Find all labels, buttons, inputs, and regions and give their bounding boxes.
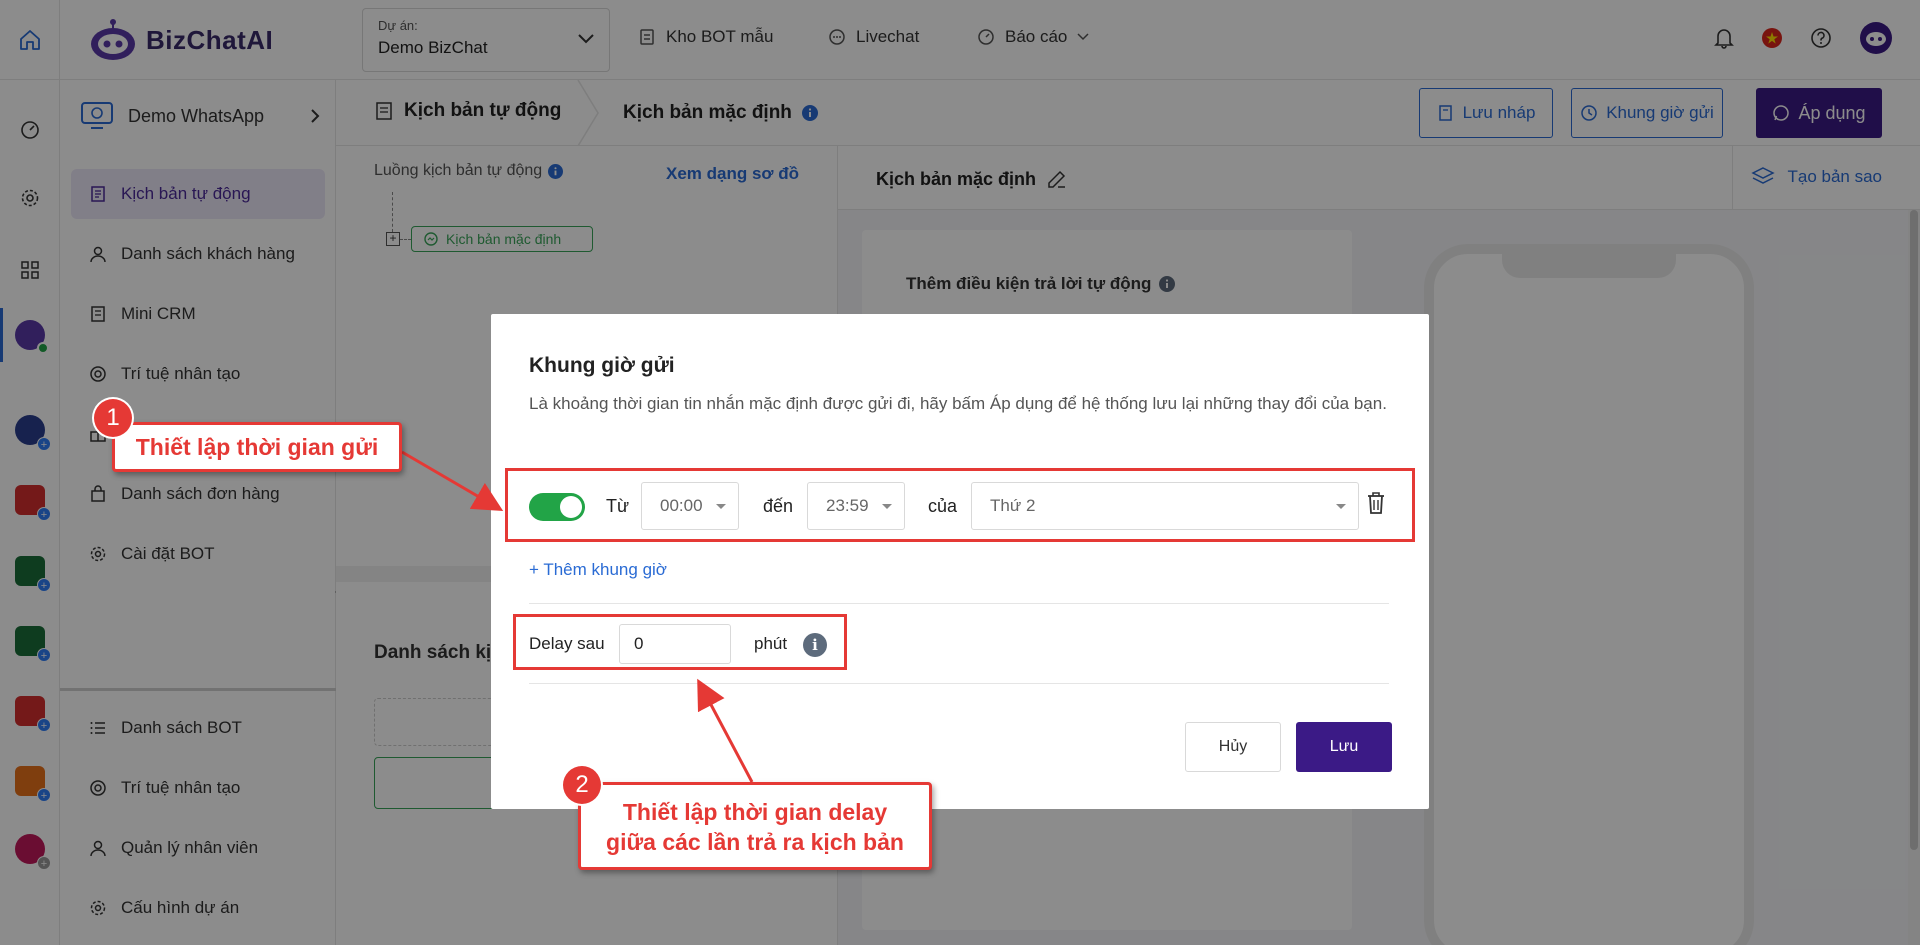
- from-time-select[interactable]: 00:00: [641, 482, 739, 530]
- to-label: đến: [763, 496, 794, 516]
- save-button[interactable]: Lưu: [1296, 722, 1392, 772]
- to-time-value: 23:59: [826, 496, 869, 515]
- time-slot-toggle[interactable]: [529, 493, 585, 521]
- caret-down-icon: [882, 504, 892, 509]
- delay-label: Delay sau: [529, 634, 605, 653]
- info-icon[interactable]: i: [803, 633, 827, 657]
- schedule-modal: Khung giờ gửi Là khoảng thời gian tin nh…: [491, 314, 1429, 809]
- day-select[interactable]: Thứ 2: [971, 482, 1359, 530]
- from-label: Từ: [606, 496, 630, 516]
- modal-divider: [529, 683, 1389, 684]
- annotation-badge-1: 1: [94, 399, 132, 437]
- delay-input[interactable]: 0: [619, 624, 731, 664]
- caret-down-icon: [1336, 504, 1346, 509]
- annotation-badge-2: 2: [563, 766, 601, 804]
- of-label: của: [928, 496, 958, 516]
- modal-description: Là khoảng thời gian tin nhắn mặc định đư…: [529, 394, 1387, 413]
- annotation-callout-2: Thiết lập thời gian delay giữa các lần t…: [578, 782, 932, 870]
- annotation-callout-1: Thiết lập thời gian gửi: [112, 422, 402, 472]
- cancel-button[interactable]: Hủy: [1185, 722, 1281, 772]
- delay-unit: phút: [754, 634, 788, 653]
- toggle-knob: [560, 496, 582, 518]
- delete-slot-icon[interactable]: [1365, 490, 1387, 516]
- day-value: Thứ 2: [990, 496, 1036, 515]
- from-time-value: 00:00: [660, 496, 703, 515]
- modal-divider: [529, 603, 1389, 604]
- to-time-select[interactable]: 23:59: [807, 482, 905, 530]
- add-time-slot-link[interactable]: + Thêm khung giờ: [529, 560, 667, 580]
- caret-down-icon: [716, 504, 726, 509]
- modal-title: Khung giờ gửi: [529, 354, 675, 377]
